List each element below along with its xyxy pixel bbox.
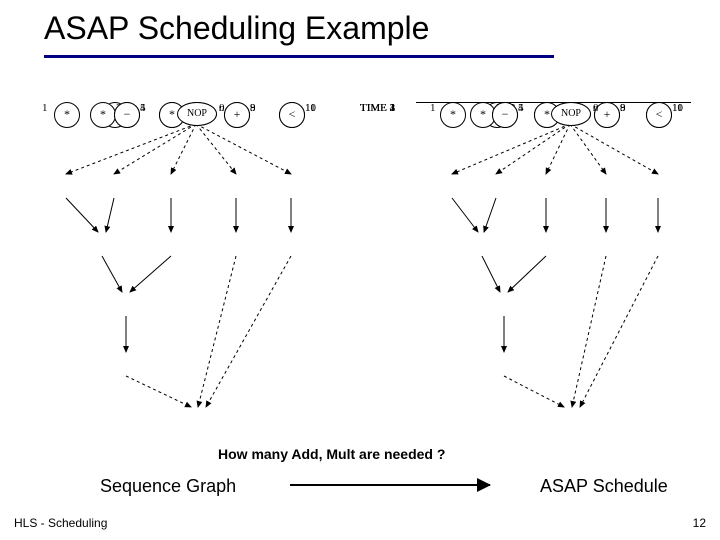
snode-5: −: [492, 102, 518, 128]
question-text: How many Add, Mult are needed ?: [218, 446, 445, 462]
id: 5: [140, 102, 146, 114]
asap-schedule: TIME 1 TIME 2 TIME 3 TIME 4 NOP 0 *1 *2 …: [360, 102, 700, 432]
id: 11: [305, 102, 316, 114]
nop-id: n: [219, 102, 225, 114]
nop-label: NOP: [187, 108, 207, 119]
op: *: [544, 107, 550, 121]
op: *: [100, 107, 106, 121]
node-nop-bot: NOP: [177, 102, 217, 126]
id: 5: [518, 102, 524, 114]
snode-11: <: [646, 102, 672, 128]
time-4: TIME 4: [360, 102, 395, 114]
node-11: <: [279, 102, 305, 128]
id: 1: [42, 102, 48, 114]
caption-asap: ASAP Schedule: [540, 476, 668, 497]
op: *: [64, 107, 70, 121]
slide: { "title": "ASAP Scheduling Example", "q…: [0, 0, 720, 540]
node-3: *: [90, 102, 116, 128]
title-underline: [44, 55, 554, 58]
id: 11: [672, 102, 683, 114]
arrow-icon: [290, 484, 490, 486]
op: *: [480, 107, 486, 121]
sequence-edges: [36, 102, 336, 432]
node-1: *: [54, 102, 80, 128]
op: <: [289, 107, 296, 121]
sequence-graph: NOP 0 *1 *2 *6 *8 +10 *3 *7 +9 <11 −4 −5…: [36, 102, 336, 432]
node-5: −: [114, 102, 140, 128]
id: 9: [620, 102, 626, 114]
op: +: [604, 107, 611, 121]
caption-sequence: Sequence Graph: [100, 476, 236, 497]
op: −: [502, 107, 509, 121]
op: <: [656, 107, 663, 121]
schedule-edges: [360, 102, 700, 432]
snode-nop-bot: NOP: [551, 102, 591, 126]
id: 9: [250, 102, 256, 114]
page-number: 12: [693, 516, 706, 530]
nop-label: NOP: [561, 108, 581, 119]
op: +: [234, 107, 241, 121]
page-title: ASAP Scheduling Example: [44, 10, 429, 47]
op: *: [169, 107, 175, 121]
footer-title: HLS - Scheduling: [14, 516, 107, 530]
node-9: +: [224, 102, 250, 128]
snode-1: *: [440, 102, 466, 128]
op: −: [124, 107, 131, 121]
op: *: [450, 107, 456, 121]
nop-id: n: [593, 102, 599, 114]
id: 1: [430, 102, 436, 114]
